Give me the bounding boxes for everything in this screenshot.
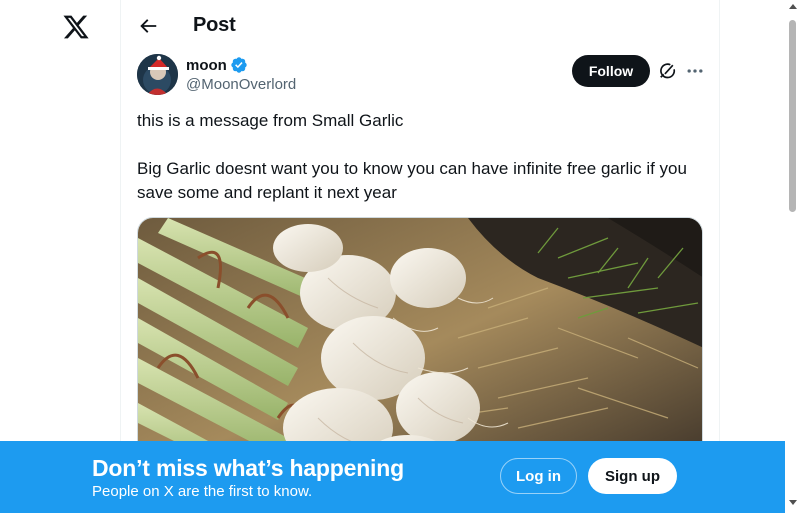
scroll-down-arrow-icon[interactable]	[789, 500, 797, 505]
avatar[interactable]	[137, 54, 178, 95]
signup-banner: Don’t miss what’s happening People on X …	[0, 441, 785, 513]
back-arrow-icon[interactable]	[137, 15, 159, 37]
login-button[interactable]: Log in	[500, 458, 577, 494]
verified-badge-icon	[231, 57, 247, 73]
grok-icon[interactable]	[657, 61, 677, 81]
garlic-photo	[138, 218, 702, 476]
more-icon[interactable]	[685, 61, 705, 81]
banner-title: Don’t miss what’s happening	[92, 455, 404, 481]
scrollbar[interactable]	[785, 0, 800, 513]
primary-column: Post moon @MoonOverlord Follow this is a	[120, 0, 720, 513]
banner-subtitle: People on X are the first to know.	[92, 483, 313, 500]
post-text-line-1: this is a message from Small Garlic	[137, 111, 404, 130]
scroll-up-arrow-icon[interactable]	[789, 4, 797, 9]
author-name-row: moon	[186, 55, 248, 75]
avatar-image	[137, 54, 178, 95]
author-name[interactable]: moon	[186, 57, 227, 74]
page-title: Post	[193, 14, 236, 36]
scrollbar-thumb[interactable]	[789, 20, 796, 212]
x-logo-icon[interactable]	[62, 13, 90, 41]
post-image[interactable]	[137, 217, 703, 477]
header-bar: Post	[121, 0, 720, 53]
follow-button[interactable]: Follow	[572, 55, 650, 87]
post-text-line-2: Big Garlic doesnt want you to know you c…	[137, 159, 687, 202]
author-handle[interactable]: @MoonOverlord	[186, 76, 296, 93]
signup-button[interactable]: Sign up	[588, 458, 677, 494]
